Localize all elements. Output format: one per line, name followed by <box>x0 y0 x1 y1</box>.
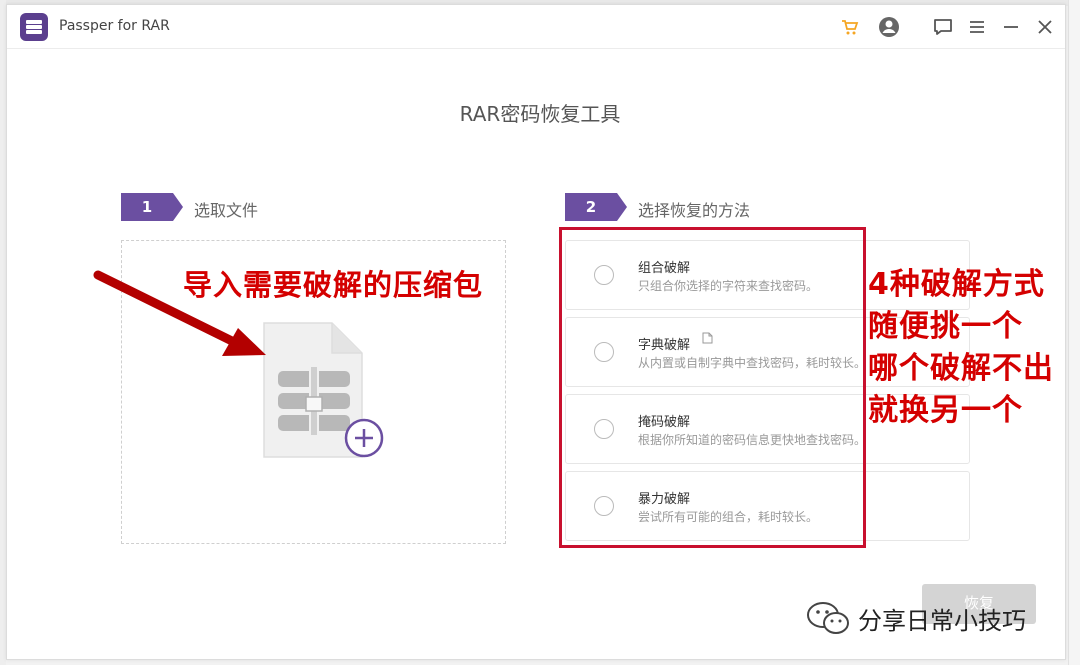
method-mask-radio[interactable] <box>594 419 614 439</box>
menu-icon[interactable] <box>965 15 989 39</box>
feedback-icon[interactable] <box>931 15 955 39</box>
step-2-label: 选择恢复的方法 <box>638 201 751 220</box>
watermark-text: 分享日常小技巧 <box>858 606 1026 635</box>
method-combination-radio[interactable] <box>594 265 614 285</box>
page-title: RAR密码恢复工具 <box>459 102 621 126</box>
step-1-badge <box>121 193 183 221</box>
cart-icon[interactable] <box>838 15 862 39</box>
method-dictionary-title: 字典破解 <box>638 338 691 353</box>
annotation-left-text: 导入需要破解的压缩包 <box>183 268 484 302</box>
document-icon[interactable] <box>702 332 714 344</box>
archive-file-add-icon <box>263 322 384 458</box>
app-logo-icon <box>20 13 48 41</box>
method-combination-title: 组合破解 <box>638 261 691 276</box>
close-icon[interactable] <box>1033 15 1057 39</box>
step-2-badge <box>565 193 627 221</box>
annotation-right-line: 哪个破解不出 <box>868 351 1054 386</box>
method-brute-force[interactable]: 暴力破解 尝试所有可能的组合，耗时较长。 <box>565 471 970 541</box>
annotation-right-text: 4种破解方式 随便挑一个 哪个破解不出 就换另一个 <box>868 264 1054 432</box>
watermark: 分享日常小技巧 <box>806 596 1026 640</box>
method-mask-desc: 根据你所知道的密码信息更快地查找密码。 <box>638 433 867 447</box>
annotation-right-line: 4种破解方式 <box>868 267 1045 302</box>
method-mask-title: 掩码破解 <box>638 415 691 430</box>
app-title: Passper for RAR <box>59 18 170 34</box>
annotation-right-line: 随便挑一个 <box>868 309 1023 344</box>
method-combination-desc: 只组合你选择的字符来查找密码。 <box>638 279 819 293</box>
wechat-icon <box>807 602 849 634</box>
method-brute-force-desc: 尝试所有可能的组合，耗时较长。 <box>638 510 819 524</box>
method-dictionary-desc: 从内置或自制字典中查找密码，耗时较长。 <box>638 356 867 370</box>
step-1-label: 选取文件 <box>194 201 259 220</box>
method-brute-force-radio[interactable] <box>594 496 614 516</box>
minimize-icon[interactable] <box>999 15 1023 39</box>
title-bar: Passper for RAR <box>7 5 1065 49</box>
account-icon[interactable] <box>877 15 901 39</box>
method-brute-force-title: 暴力破解 <box>638 492 691 507</box>
method-dictionary-radio[interactable] <box>594 342 614 362</box>
annotation-right-line: 就换另一个 <box>868 393 1023 428</box>
